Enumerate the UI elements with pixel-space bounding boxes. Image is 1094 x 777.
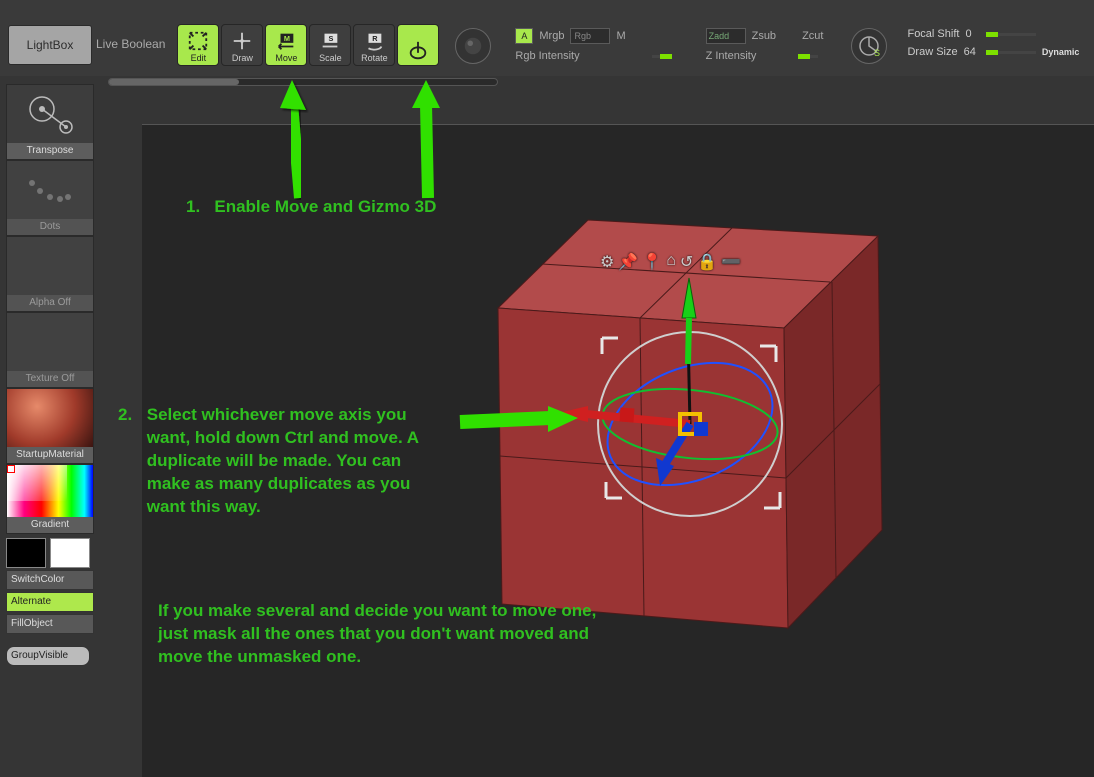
edit-icon xyxy=(187,30,209,52)
tool-label: Edit xyxy=(191,53,207,63)
a-mode-button[interactable]: A xyxy=(515,28,533,44)
zcut-button[interactable]: Zcut xyxy=(802,30,823,42)
gradient-slot[interactable]: Gradient xyxy=(6,464,94,534)
tool-edit[interactable]: Edit xyxy=(177,24,219,66)
top-toolbar: LightBox Live Boolean Edit Draw M Move S… xyxy=(0,0,1094,76)
rgb-button[interactable]: Rgb xyxy=(570,28,610,44)
svg-text:M: M xyxy=(284,34,290,43)
draw-icon xyxy=(231,30,253,52)
tool-scale[interactable]: S Scale xyxy=(309,24,351,66)
tool-label: Move xyxy=(275,53,297,63)
depth-mode-block: Zadd Zsub Zcut Z Intensity xyxy=(706,28,824,62)
home-icon[interactable]: ⌂ xyxy=(666,252,676,272)
svg-text:S: S xyxy=(874,48,880,58)
sidebar-item-label: Alpha Off xyxy=(7,295,93,311)
z-intensity-label: Z Intensity xyxy=(706,50,757,62)
color-picker[interactable] xyxy=(7,465,93,517)
tool-move[interactable]: M Move xyxy=(265,24,307,66)
location-icon[interactable]: 📍 xyxy=(642,252,662,272)
tool-draw[interactable]: Draw xyxy=(221,24,263,66)
alpha-slot[interactable]: Alpha Off xyxy=(6,236,94,312)
annotation-text: Select whichever move axis you want, hol… xyxy=(147,404,437,519)
gear-icon[interactable]: ⚙ xyxy=(600,252,614,272)
sidebar-item-label: StartupMaterial xyxy=(7,447,93,463)
lock-icon[interactable]: 🔒 xyxy=(697,252,717,272)
z-intensity-slider[interactable] xyxy=(798,55,818,58)
undo-icon[interactable]: ↺ xyxy=(680,252,693,272)
brush-settings-block: Focal Shift 0 Draw Size 64 Dynamic xyxy=(907,28,1079,58)
annotation-step2: 2. Select whichever move axis you want, … xyxy=(118,404,448,519)
brush-focal-icon[interactable]: S xyxy=(851,28,887,64)
live-boolean-button[interactable]: Live Boolean xyxy=(96,37,165,51)
tool-label: Scale xyxy=(319,53,342,63)
fill-object-button[interactable]: FillObject xyxy=(6,614,94,634)
zadd-button[interactable]: Zadd xyxy=(706,28,746,44)
tool-gizmo3d[interactable] xyxy=(397,24,439,66)
tool-rotate[interactable]: R Rotate xyxy=(353,24,395,66)
dynamic-label[interactable]: Dynamic xyxy=(1042,47,1080,57)
pin-icon[interactable]: 📌 xyxy=(618,252,638,272)
gizmo-icon xyxy=(407,40,429,62)
sidebar-item-label: Texture Off xyxy=(7,371,93,387)
draw-size-label: Draw Size xyxy=(907,46,957,58)
color-swatch-row xyxy=(6,538,94,568)
secondary-color-swatch[interactable] xyxy=(50,538,90,568)
zsub-button[interactable]: Zsub xyxy=(752,30,776,42)
annotation-num: 2. xyxy=(118,404,142,427)
gizmo-toolbar: ⚙ 📌 📍 ⌂ ↺ 🔒 ➖ xyxy=(600,252,741,272)
brush-sphere-icon[interactable] xyxy=(455,28,491,64)
transpose-icon xyxy=(20,91,80,137)
annotation-num: 1. xyxy=(186,197,200,216)
mode-tool-group: Edit Draw M Move S Scale R Rotate xyxy=(177,24,439,66)
tool-label: Rotate xyxy=(361,53,388,63)
texture-slot[interactable]: Texture Off xyxy=(6,312,94,388)
transpose-slot[interactable]: Transpose xyxy=(6,84,94,160)
color-mode-block: A Mrgb Rgb M Rgb Intensity xyxy=(515,28,671,62)
material-slot[interactable]: StartupMaterial xyxy=(6,388,94,464)
move-icon: M xyxy=(275,30,297,52)
focal-shift-value[interactable]: 0 xyxy=(965,28,971,40)
svg-text:R: R xyxy=(373,34,379,43)
dots-icon xyxy=(20,167,80,213)
svg-text:S: S xyxy=(329,34,334,43)
stroke-slot[interactable]: Dots xyxy=(6,160,94,236)
annotation-step1: 1. Enable Move and Gizmo 3D xyxy=(186,196,436,219)
focal-shift-label: Focal Shift xyxy=(907,28,959,40)
rotate-icon: R xyxy=(363,30,385,52)
m-button[interactable]: M xyxy=(616,30,625,42)
tool-label: Draw xyxy=(232,53,253,63)
scale-icon: S xyxy=(319,30,341,52)
lightbox-button[interactable]: LightBox xyxy=(8,25,92,65)
annotation-tip: If you make several and decide you want … xyxy=(158,600,628,669)
group-visible-button[interactable]: GroupVisible xyxy=(6,646,90,666)
sidebar-item-label: Transpose xyxy=(7,143,93,159)
sidebar-item-label: Gradient xyxy=(7,517,93,533)
draw-size-value[interactable]: 64 xyxy=(964,46,976,58)
focal-shift-slider[interactable] xyxy=(986,33,1036,36)
mrgb-button[interactable]: Mrgb xyxy=(539,30,564,42)
rgb-intensity-slider[interactable] xyxy=(652,55,672,58)
main-color-swatch[interactable] xyxy=(6,538,46,568)
alternate-button[interactable]: Alternate xyxy=(6,592,94,612)
sidebar-item-label: Dots xyxy=(7,219,93,235)
toolbar-scrollbar[interactable] xyxy=(108,78,498,86)
minus-icon[interactable]: ➖ xyxy=(721,252,741,272)
annotation-text: If you make several and decide you want … xyxy=(158,601,596,666)
rgb-intensity-label: Rgb Intensity xyxy=(515,50,579,62)
draw-size-slider[interactable] xyxy=(986,51,1036,54)
left-sidebar: Transpose Dots Alpha Off Texture Off Sta… xyxy=(6,84,94,666)
annotation-text: Enable Move and Gizmo 3D xyxy=(214,197,436,216)
switch-color-button[interactable]: SwitchColor xyxy=(6,570,94,590)
